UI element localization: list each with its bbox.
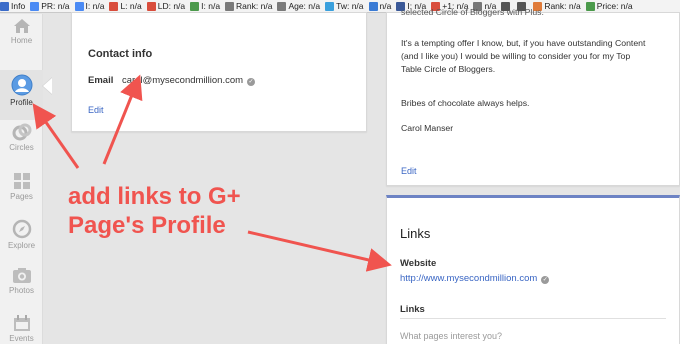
toolbar-item[interactable]: L: n/a	[109, 1, 142, 11]
active-pointer	[43, 78, 52, 94]
contact-info-card: Contact info Email carol@mysecondmillion…	[71, 12, 367, 132]
toolbar-item[interactable]: I: n/a	[74, 1, 105, 11]
toolbar-item-label: Rank: n/a	[236, 1, 273, 11]
camera-icon	[12, 268, 31, 283]
delicious-icon	[368, 1, 378, 11]
email-label: Email	[88, 75, 114, 86]
toolbar-item-label: n/a	[379, 1, 392, 11]
pages-icon	[13, 173, 30, 189]
links-card: Links Website http://www.mysecondmillion…	[386, 195, 680, 344]
toolbar-item-label: Tw: n/a	[336, 1, 364, 11]
toolbar-item[interactable]: Rank: n/a	[225, 1, 272, 11]
alexa-icon	[225, 1, 235, 11]
toolbar-item-label: Age: n/a	[288, 1, 321, 11]
website-url[interactable]: http://www.mysecondmillion.com ✓	[400, 273, 550, 284]
toolbar-item[interactable]: Tw: n/a	[325, 1, 364, 11]
toolbar-item-label: Info	[11, 1, 26, 11]
circles-icon	[12, 123, 31, 141]
website-url-text[interactable]: http://www.mysecondmillion.com	[400, 273, 537, 284]
introduction-card: selected Circle of Bloggers with Plus. I…	[386, 7, 680, 186]
email-value: carol@mysecondmillion.com ✓	[122, 75, 256, 86]
intro-p1-line3: Table Circle of Bloggers.	[401, 64, 496, 74]
home-icon	[13, 19, 30, 33]
nav-home-label: Home	[10, 36, 33, 45]
toolbar-item[interactable]: LD: n/a	[146, 1, 186, 11]
nav-profile[interactable]: Profile	[0, 70, 43, 120]
website-verified-icon: ✓	[541, 276, 550, 284]
toolbar-item-label: I: n/a	[85, 1, 105, 11]
annotation-line-2: Page's Profile	[68, 212, 226, 239]
nav-events[interactable]: Events	[0, 315, 43, 343]
nav-home[interactable]: Home	[0, 18, 43, 45]
intro-line-0: selected Circle of Bloggers with Plus.	[401, 7, 544, 17]
intro-edit-link[interactable]: Edit	[401, 166, 417, 176]
yahoo-icon	[109, 1, 119, 11]
intro-p1-line2: (and I like you) I would be willing to c…	[401, 51, 631, 61]
nav-photos-label: Photos	[9, 286, 34, 295]
nav-pages[interactable]: Pages	[0, 172, 43, 201]
toolbar-item-label: PR: n/a	[41, 1, 70, 11]
archive-icon	[277, 1, 287, 11]
nav-profile-label: Profile	[10, 98, 33, 107]
nav-photos[interactable]: Photos	[0, 267, 43, 295]
nav-circles-label: Circles	[9, 143, 34, 152]
links-title: Links	[400, 226, 431, 241]
nav-events-label: Events	[9, 334, 34, 343]
contact-edit-link[interactable]: Edit	[88, 105, 104, 115]
bing-icon	[190, 1, 200, 11]
website-label: Website	[400, 258, 437, 269]
links-section-label: Links	[400, 304, 425, 315]
toolbar-item[interactable]: n/a	[368, 1, 392, 11]
intro-paragraph-2: Bribes of chocolate always helps.	[401, 98, 530, 108]
toolbar-item-label: I: n/a	[201, 1, 221, 11]
links-divider	[400, 318, 666, 319]
toolbar-item[interactable]: PR: n/a	[30, 1, 70, 11]
google-icon	[74, 1, 84, 11]
left-navigation: Home Profile Circles Pages Explore Photo…	[0, 14, 43, 344]
nav-explore[interactable]: Explore	[0, 219, 43, 250]
nav-explore-label: Explore	[7, 241, 36, 250]
annotation-line-1: add links to G+	[68, 183, 241, 210]
info-icon	[0, 1, 9, 11]
email-text: carol@mysecondmillion.com	[122, 75, 244, 86]
twitter-icon	[325, 1, 335, 11]
calendar-icon	[13, 315, 30, 331]
compass-icon	[12, 219, 31, 239]
nav-pages-label: Pages	[10, 192, 33, 201]
contact-info-title: Contact info	[88, 48, 153, 60]
intro-paragraph-1: It's a tempting offer I know, but, if yo…	[401, 37, 673, 76]
annotation-text: add links to G+ Page's Profile	[68, 182, 308, 240]
toolbar-item[interactable]: Age: n/a	[277, 1, 320, 11]
pages-interest-placeholder[interactable]: What pages interest you?	[400, 331, 502, 341]
toolbar-item-label: LD: n/a	[157, 1, 186, 11]
yahoo-icon	[146, 1, 156, 11]
google-icon	[30, 1, 40, 11]
profile-icon	[11, 74, 32, 96]
intro-p1-line1: It's a tempting offer I know, but, if yo…	[401, 38, 646, 48]
intro-signature: Carol Manser	[401, 123, 454, 133]
toolbar-item-label: L: n/a	[120, 1, 142, 11]
nav-circles[interactable]: Circles	[0, 123, 43, 152]
toolbar-item[interactable]: I: n/a	[190, 1, 220, 11]
toolbar-item[interactable]: Info	[0, 1, 25, 11]
profile-main: Contact info Email carol@mysecondmillion…	[57, 7, 680, 344]
verified-icon: ✓	[247, 78, 256, 86]
